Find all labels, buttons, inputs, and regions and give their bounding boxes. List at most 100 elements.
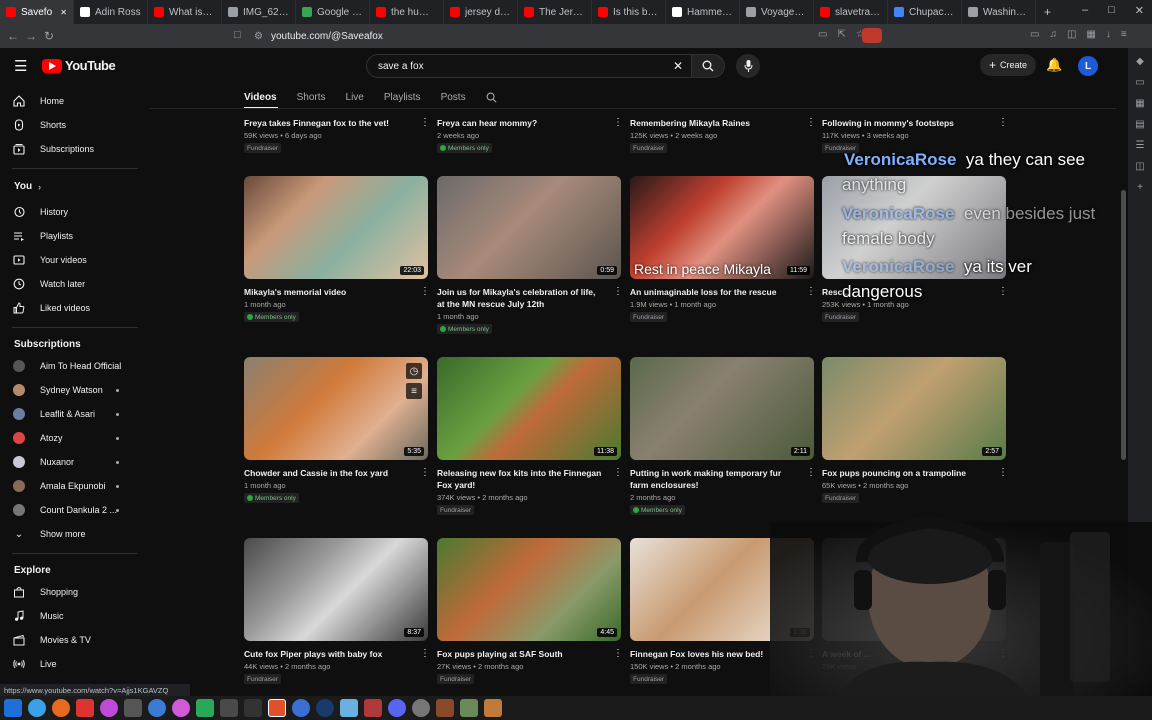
search-button[interactable] (691, 54, 725, 78)
start-menu-icon[interactable] (4, 699, 22, 717)
app-icon-gear[interactable] (412, 699, 430, 717)
video-title[interactable]: Freya can hear mommy? (437, 117, 605, 129)
video-thumbnail[interactable]: 11:59 Rest in peace Mikayla (630, 176, 814, 279)
account-avatar[interactable]: L (1078, 56, 1098, 76)
side-panel-notes-icon[interactable]: ▤ (1135, 119, 1144, 130)
sidebar-subscription-item[interactable]: Aim To Head Official (12, 355, 132, 377)
browser-tab[interactable]: The Jersey D (518, 0, 592, 24)
channel-search-icon[interactable] (486, 92, 497, 103)
video-title[interactable]: Chowder and Cassie in the fox yard (244, 467, 412, 479)
sidebar-item-liked-videos[interactable]: Liked videos (12, 297, 132, 319)
side-panel-history-icon[interactable]: ▦ (1135, 98, 1144, 109)
video-thumbnail[interactable]: 4:45 (437, 538, 621, 641)
more-options-icon[interactable]: ⋮ (998, 117, 1008, 128)
more-options-icon[interactable]: ⋮ (806, 117, 816, 128)
browser-tab[interactable]: Google Map (296, 0, 370, 24)
video-thumbnail[interactable]: 2:11 (630, 357, 814, 460)
app-icon-globe[interactable] (148, 699, 166, 717)
app-icon-camera[interactable] (124, 699, 142, 717)
app-icon-files[interactable] (220, 699, 238, 717)
browser-tab[interactable]: slavetrade2 (814, 0, 888, 24)
video-title[interactable]: Following in mommy's footsteps (822, 117, 990, 129)
forward-icon[interactable]: → (22, 29, 40, 43)
browser-tab[interactable]: Chupacabra (888, 0, 962, 24)
close-window-icon[interactable]: ✕ (1135, 4, 1144, 17)
create-button[interactable]: + Create (980, 54, 1036, 76)
minimize-icon[interactable]: – (1082, 4, 1088, 17)
app-icon-brush[interactable] (484, 699, 502, 717)
sidebar-item-subscriptions[interactable]: Subscriptions (12, 138, 132, 160)
chrome-icon[interactable] (292, 699, 310, 717)
side-panel-add-icon[interactable]: + (1137, 182, 1143, 193)
video-title[interactable]: Putting in work making temporary fur far… (630, 467, 798, 491)
you-section-header[interactable]: You › (14, 181, 41, 192)
sidebar-item-music[interactable]: Music (12, 605, 132, 627)
sidebar-item-watch-later[interactable]: Watch later (12, 273, 132, 295)
video-title[interactable]: Remembering Mikayla Raines (630, 117, 798, 129)
side-panel-list-icon[interactable]: ☰ (1136, 140, 1145, 151)
sidebar-item-movies-tv[interactable]: Movies & TV (12, 629, 132, 651)
video-thumbnail[interactable]: 0:59 (437, 176, 621, 279)
extensions-icon[interactable]: ▦ (1086, 29, 1095, 40)
maximize-icon[interactable]: □ (1108, 4, 1115, 17)
brave-browser-icon[interactable] (268, 699, 286, 717)
steam-icon[interactable] (316, 699, 334, 717)
download-icon[interactable]: ↓ (1106, 29, 1111, 40)
sidebar-item-history[interactable]: History (12, 201, 132, 223)
more-options-icon[interactable]: ⋮ (613, 286, 623, 297)
app-icon-warning[interactable] (76, 699, 94, 717)
show-more-button[interactable]: ⌄ Show more (12, 523, 132, 545)
app-icon-green[interactable] (196, 699, 214, 717)
video-title[interactable]: Mikayla's memorial video (244, 286, 412, 298)
app-icon-photos[interactable] (172, 699, 190, 717)
sidebar-item-your-videos[interactable]: Your videos (12, 249, 132, 271)
sidebar-item-home[interactable]: Home (12, 90, 132, 112)
video-title[interactable]: Fox pups pouncing on a trampoline (822, 467, 990, 479)
reload-icon[interactable]: ↻ (40, 29, 58, 43)
more-options-icon[interactable]: ⋮ (420, 467, 430, 478)
more-options-icon[interactable]: ⋮ (613, 648, 623, 659)
sidebar-subscription-item[interactable]: Count Dankula 2 ... (12, 499, 132, 521)
video-title[interactable]: An unimaginable loss for the rescue (630, 286, 798, 298)
more-options-icon[interactable]: ⋮ (613, 117, 623, 128)
sidebar-subscription-item[interactable]: Leaflit & Asari (12, 403, 132, 425)
tab-videos[interactable]: Videos (244, 92, 277, 103)
more-options-icon[interactable]: ⋮ (613, 467, 623, 478)
sidebar-toggle-icon[interactable]: ◫ (1067, 29, 1076, 40)
more-options-icon[interactable]: ⋮ (420, 286, 430, 297)
more-options-icon[interactable]: ⋮ (998, 286, 1008, 297)
video-thumbnail[interactable]: 5:35 ◷ ≡ (244, 357, 428, 460)
app-icon-character[interactable] (460, 699, 478, 717)
browser-tab[interactable]: IMG_6204.jp (222, 0, 296, 24)
close-tab-icon[interactable]: ✕ (60, 8, 67, 17)
video-title[interactable]: Freya takes Finnegan fox to the vet! (244, 117, 412, 129)
more-options-icon[interactable]: ⋮ (806, 286, 816, 297)
browser-tab[interactable]: the human (370, 0, 444, 24)
back-icon[interactable]: ← (4, 29, 22, 43)
video-title[interactable]: Join us for Mikayla's celebration of lif… (437, 286, 605, 310)
more-options-icon[interactable]: ⋮ (420, 648, 430, 659)
scrollbar-thumb[interactable] (1121, 190, 1126, 460)
hamburger-menu-icon[interactable]: ☰ (14, 57, 27, 75)
video-thumbnail[interactable]: 2:57 (822, 357, 1006, 460)
app-icon-bird[interactable] (340, 699, 358, 717)
cast-icon[interactable]: ▭ (818, 29, 827, 40)
firefox-icon[interactable] (52, 699, 70, 717)
site-info-icon[interactable]: ⚙ (254, 31, 263, 42)
tab-live[interactable]: Live (346, 92, 364, 103)
add-to-queue-icon[interactable]: ≡ (406, 383, 422, 399)
clear-search-icon[interactable]: ✕ (673, 59, 683, 73)
sidebar-subscription-item[interactable]: Sydney Watson (12, 379, 132, 401)
terminal-icon[interactable] (244, 699, 262, 717)
sidebar-item-shorts[interactable]: Shorts (12, 114, 132, 136)
browser-tab[interactable]: Voyages: Th (740, 0, 814, 24)
video-title[interactable]: Releasing new fox kits into the Finnegan… (437, 467, 605, 491)
new-tab-button[interactable]: + (1044, 5, 1051, 19)
video-title[interactable]: Fox pups playing at SAF South (437, 648, 605, 660)
music-icon[interactable]: ♫ (1049, 29, 1057, 40)
watch-later-icon[interactable]: ◷ (406, 363, 422, 379)
video-thumbnail[interactable]: 11:38 (437, 357, 621, 460)
bookmark-icon[interactable]: □ (234, 29, 241, 41)
tab-posts[interactable]: Posts (441, 92, 466, 103)
browser-tab[interactable]: What is Hap (148, 0, 222, 24)
